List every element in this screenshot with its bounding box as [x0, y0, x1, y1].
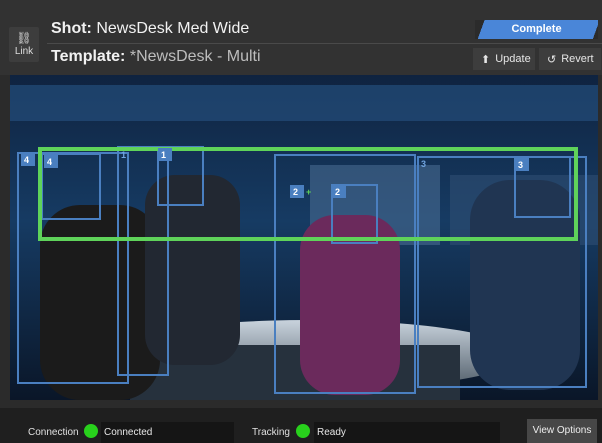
header-divider [47, 43, 602, 44]
status-badge: Complete [475, 20, 598, 39]
camera-viewport[interactable]: 4 4 1 1 2 + 2 3 3 [10, 75, 598, 400]
revert-button[interactable]: ↺ Revert [539, 48, 601, 70]
update-icon: ⬆ [481, 53, 491, 66]
region-label: 4 [47, 157, 52, 167]
region-label: 4 [24, 155, 29, 165]
presenter-4 [470, 180, 580, 390]
region-label: 2 [293, 187, 298, 197]
presenter-2 [145, 175, 240, 365]
update-label: Update [495, 53, 531, 65]
update-button[interactable]: ⬆ Update [473, 48, 535, 70]
tracking-value: Ready [314, 422, 500, 443]
region-label: 1 [161, 150, 166, 160]
template-prefix: Template: [51, 48, 126, 65]
viewport-canvas: 4 4 1 1 2 + 2 3 3 [10, 75, 598, 400]
template-title: Template: *NewsDesk - Multi [51, 48, 261, 66]
connection-value: Connected [101, 422, 234, 443]
tracking-label: Tracking [252, 427, 290, 438]
region-label: 1 [121, 150, 126, 160]
tracking-status-icon [296, 424, 310, 438]
header: ⛓ Link Shot: NewsDesk Med Wide Complete … [0, 0, 602, 75]
status-bar: Connection Connected Tracking Ready [0, 408, 602, 443]
region-label: 3 [518, 160, 523, 170]
presenter-1 [40, 205, 160, 400]
region-label: 2 [335, 187, 340, 197]
connection-status-icon [84, 424, 98, 438]
template-name: *NewsDesk - Multi [129, 48, 261, 65]
link-button[interactable]: ⛓ Link [9, 27, 39, 62]
shot-title: Shot: NewsDesk Med Wide [51, 20, 249, 38]
region-label: 3 [421, 159, 426, 169]
view-options-button[interactable]: View Options [527, 419, 597, 443]
link-label: Link [14, 46, 34, 57]
shot-prefix: Shot: [51, 20, 92, 37]
ceiling-light [10, 85, 598, 121]
revert-icon: ↺ [547, 53, 557, 66]
link-icon: ⛓ [16, 31, 32, 45]
plus-marker: + [306, 187, 311, 197]
shot-name: NewsDesk Med Wide [96, 20, 250, 37]
connection-label: Connection [28, 427, 79, 438]
revert-label: Revert [561, 53, 594, 65]
